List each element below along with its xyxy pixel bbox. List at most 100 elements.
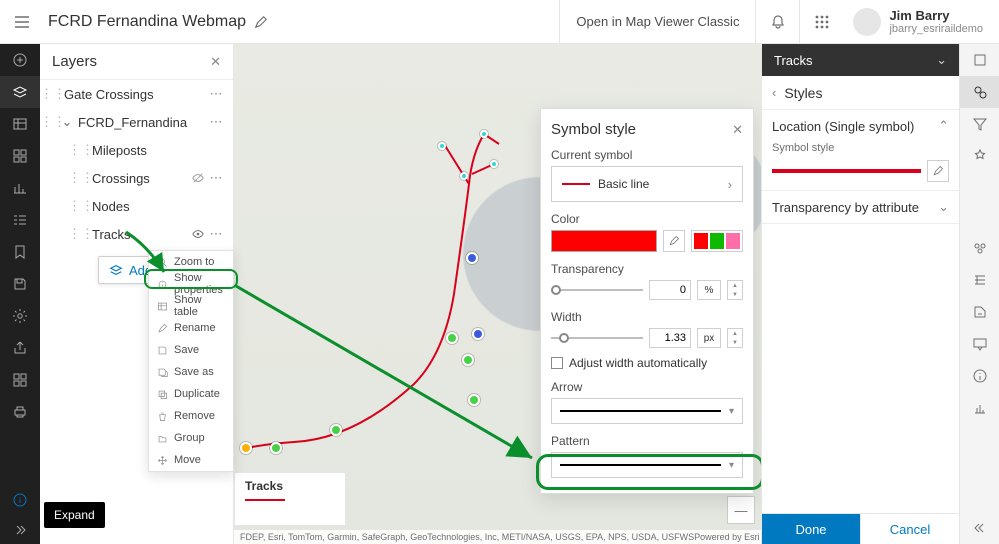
zoom-home-button[interactable]: — <box>727 496 755 524</box>
chart-rail[interactable] <box>960 392 999 424</box>
ctx-rename[interactable]: Rename <box>149 317 233 339</box>
svg-text:i: i <box>19 496 21 505</box>
charts-rail[interactable] <box>0 172 40 204</box>
ctx-save[interactable]: Save <box>149 339 233 361</box>
visibility-off-icon[interactable] <box>189 171 207 185</box>
rename-title-button[interactable] <box>254 15 268 29</box>
save-rail[interactable] <box>0 268 40 300</box>
effects-rail[interactable] <box>960 140 999 172</box>
drag-handle-icon[interactable]: ⋮⋮ <box>74 142 88 158</box>
attr-powered: Powered by Esri <box>694 532 760 542</box>
arrow-select[interactable]: ▾ <box>551 398 743 424</box>
layers-rail[interactable] <box>0 76 40 108</box>
width-slider[interactable] <box>551 331 643 345</box>
menu-button[interactable] <box>0 0 44 44</box>
current-symbol-card[interactable]: Basic line › <box>551 166 743 202</box>
user-avatar[interactable] <box>853 8 881 36</box>
done-button[interactable]: Done <box>762 514 860 544</box>
transparency-slider[interactable] <box>551 283 643 297</box>
width-stepper[interactable]: ▲▼ <box>727 328 743 348</box>
drag-handle-icon[interactable]: ⋮⋮ <box>74 198 88 214</box>
drag-handle-icon[interactable]: ⋮⋮ <box>74 226 88 242</box>
pattern-select[interactable]: ▾ <box>551 452 743 478</box>
fields-rail[interactable] <box>960 264 999 296</box>
layers-close[interactable]: ✕ <box>210 54 221 70</box>
settings-rail[interactable] <box>0 300 40 332</box>
drag-handle-icon[interactable]: ⋮⋮ <box>74 170 88 186</box>
layer-tracks-more-button[interactable]: ⋯ <box>207 226 225 242</box>
properties-rail[interactable] <box>960 44 999 76</box>
expand-tooltip: Expand <box>44 502 105 528</box>
user-name: Jim Barry <box>889 8 983 23</box>
layer-crossings[interactable]: ⋮⋮ Crossings ⋯ <box>40 164 233 192</box>
ctx-zoom-to[interactable]: Zoom to <box>149 251 233 273</box>
cancel-button[interactable]: Cancel <box>860 514 959 544</box>
basemap-rail[interactable] <box>0 140 40 172</box>
color-edit-button[interactable] <box>663 230 685 252</box>
layer-more-button[interactable]: ⋯ <box>207 114 225 130</box>
checkbox-unchecked-icon[interactable] <box>551 357 563 369</box>
color-swatches[interactable] <box>691 230 743 252</box>
add-layer-rail[interactable] <box>0 44 40 76</box>
caret-down-icon[interactable]: ⌄ <box>60 114 74 130</box>
ctx-save-as[interactable]: Save as <box>149 361 233 383</box>
arrow-preview-line <box>560 410 721 412</box>
layer-gate-crossings[interactable]: ⋮⋮ Gate Crossings ⋯ <box>40 80 233 108</box>
ctx-remove[interactable]: Remove <box>149 405 233 427</box>
color-main-swatch[interactable] <box>551 230 657 252</box>
styles-title: Styles <box>784 85 822 101</box>
apps-rail[interactable] <box>0 364 40 396</box>
styles-rail[interactable] <box>960 76 999 108</box>
chevron-down-icon: ▾ <box>729 406 734 417</box>
ctx-show-properties[interactable]: Show properties <box>149 273 233 295</box>
chevron-down-icon: ⌄ <box>938 199 949 215</box>
bookmarks-rail[interactable] <box>0 236 40 268</box>
ctx-move[interactable]: Move <box>149 449 233 471</box>
cluster-rail[interactable] <box>960 232 999 264</box>
layer-nodes[interactable]: ⋮⋮ Nodes <box>40 192 233 220</box>
popup-close[interactable]: ✕ <box>732 122 743 138</box>
drag-handle-icon[interactable]: ⋮⋮ <box>46 86 60 102</box>
visibility-on-icon[interactable] <box>189 227 207 241</box>
styles-section-title-row[interactable]: Location (Single symbol) ⌃ <box>772 118 949 134</box>
print-rail[interactable] <box>0 396 40 428</box>
map-point <box>270 442 282 454</box>
current-symbol-name: Basic line <box>598 177 649 191</box>
layer-context-menu: Zoom to Show properties Show table Renam… <box>148 250 234 472</box>
popup-rail[interactable] <box>960 328 999 360</box>
tables-rail[interactable] <box>0 108 40 140</box>
left-rail-expand[interactable] <box>0 516 40 544</box>
ctx-show-table[interactable]: Show table <box>149 295 233 317</box>
styles-section-transparency[interactable]: Transparency by attribute ⌄ <box>762 191 959 224</box>
ctx-group[interactable]: Group <box>149 427 233 449</box>
width-input[interactable] <box>649 328 691 348</box>
chevron-down-icon[interactable]: ⌄ <box>936 52 947 68</box>
info-rail[interactable] <box>960 360 999 392</box>
layer-more-button[interactable]: ⋯ <box>207 170 225 186</box>
user-menu[interactable]: Jim Barry jbarry_esriraildemo <box>881 8 999 35</box>
layer-fcrd-fernandina[interactable]: ⋮⋮ ⌄ FCRD_Fernandina ⋯ <box>40 108 233 136</box>
layer-mileposts[interactable]: ⋮⋮ Mileposts <box>40 136 233 164</box>
legend-rail[interactable] <box>0 204 40 236</box>
edit-style-button[interactable] <box>927 160 949 182</box>
transparency-stepper[interactable]: ▲▼ <box>727 280 743 300</box>
layer-more-button[interactable]: ⋯ <box>207 86 225 102</box>
adjust-width-row[interactable]: Adjust width automatically <box>551 356 743 370</box>
app-launcher-button[interactable] <box>799 0 843 44</box>
layer-tracks[interactable]: ⋮⋮ Tracks ⋯ <box>40 220 233 248</box>
help-rail[interactable]: i <box>0 484 40 516</box>
pencil-icon <box>932 165 944 177</box>
right-rail-expand[interactable] <box>960 512 999 544</box>
map-point <box>446 332 458 344</box>
share-rail[interactable] <box>0 332 40 364</box>
ctx-duplicate[interactable]: Duplicate <box>149 383 233 405</box>
notifications-button[interactable] <box>755 0 799 44</box>
drag-handle-icon[interactable]: ⋮⋮ <box>46 114 60 130</box>
open-classic-link[interactable]: Open in Map Viewer Classic <box>559 0 755 43</box>
transparency-input[interactable] <box>649 280 691 300</box>
map-attribution: FDEP, Esri, TomTom, Garmin, SafeGraph, G… <box>234 530 761 544</box>
transparency-unit: % <box>697 280 721 300</box>
back-button[interactable]: ‹ <box>772 85 776 100</box>
labels-rail[interactable] <box>960 296 999 328</box>
filter-rail[interactable] <box>960 108 999 140</box>
